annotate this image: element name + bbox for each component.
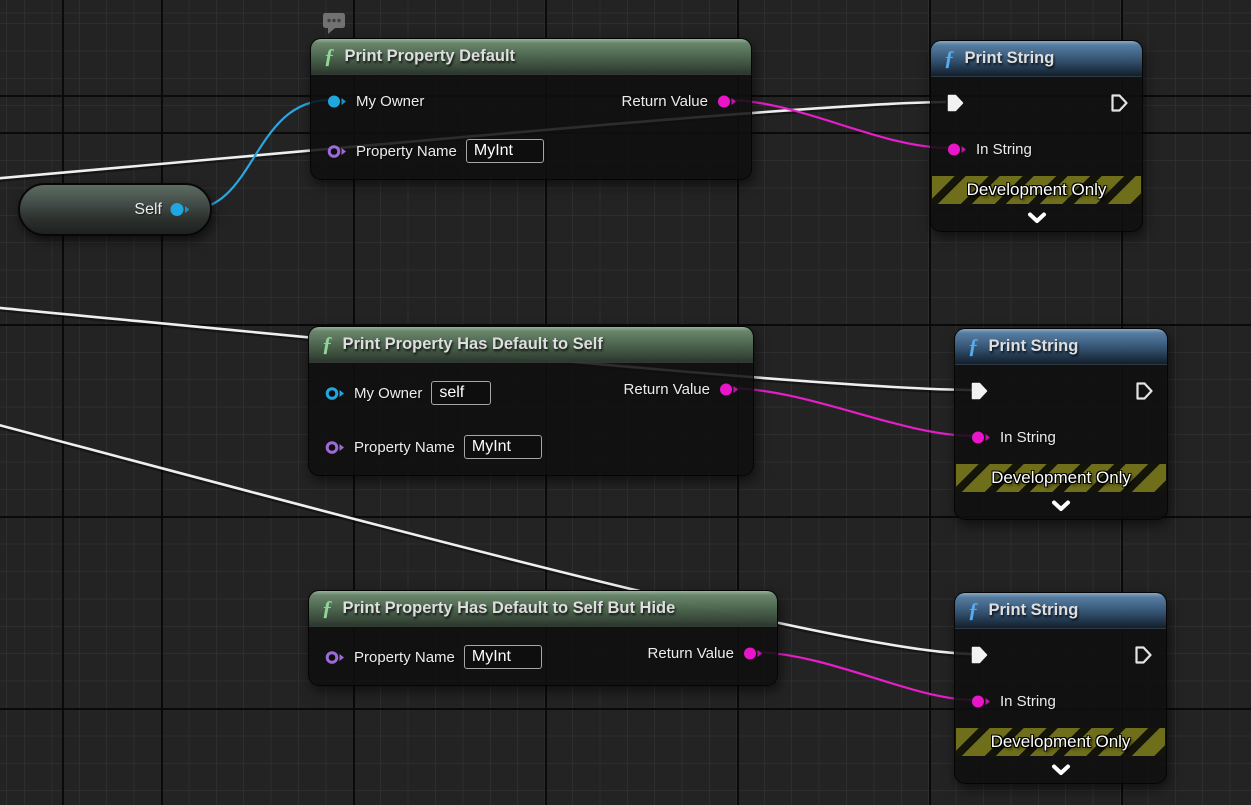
exec-out-row — [1136, 377, 1153, 405]
exec-in-row — [971, 377, 988, 405]
node-title: Print String — [965, 49, 1055, 68]
property-name-input[interactable] — [466, 139, 544, 163]
pin-label-my-owner: My Owner — [354, 385, 422, 402]
node-self[interactable]: Self — [18, 183, 212, 236]
self-label: Self — [134, 201, 162, 219]
exec-out-pin-icon[interactable] — [1136, 382, 1153, 400]
pin-label-in-string: In String — [1000, 429, 1056, 446]
node-print-string-2[interactable]: ƒ Print String In String Development Onl… — [954, 328, 1168, 520]
development-only-banner: Development Only — [956, 728, 1165, 756]
development-only-banner: Development Only — [956, 464, 1166, 492]
pin-row-property-name: Property Name — [327, 137, 544, 165]
node-print-property-has-default-to-self-but-hide[interactable]: ƒ Print Property Has Default to Self But… — [308, 590, 778, 686]
pin-row-property-name: Property Name — [325, 433, 542, 461]
function-icon: ƒ — [968, 336, 979, 357]
node-print-string-1[interactable]: ƒ Print String In String Development Onl… — [930, 40, 1143, 232]
exec-out-pin-icon[interactable] — [1135, 646, 1152, 664]
pin-row-return-value: Return Value — [622, 87, 737, 115]
string-pin-connected-icon[interactable] — [717, 94, 737, 109]
node-header[interactable]: ƒ Print String — [931, 41, 1142, 77]
pin-row-in-string: In String — [971, 687, 1056, 715]
function-icon: ƒ — [968, 600, 979, 621]
pin-row-in-string: In String — [947, 135, 1032, 163]
pin-label-property-name: Property Name — [354, 439, 455, 456]
pin-label-property-name: Property Name — [354, 649, 455, 666]
string-pin-connected-icon[interactable] — [719, 382, 739, 397]
node-title: Print String — [989, 601, 1079, 620]
development-only-banner: Development Only — [932, 176, 1141, 204]
pin-row-return-value: Return Value — [648, 639, 763, 667]
wildcard-pin-icon[interactable] — [327, 144, 347, 159]
pin-row-property-name: Property Name — [325, 643, 542, 671]
chevron-down-icon[interactable] — [1050, 500, 1072, 512]
exec-out-row — [1135, 641, 1152, 669]
exec-out-pin-icon[interactable] — [1111, 94, 1128, 112]
node-header[interactable]: ƒ Print Property Default — [311, 39, 751, 75]
banner-label: Development Only — [967, 180, 1107, 200]
function-icon: ƒ — [322, 598, 333, 619]
pin-row-in-string: In String — [971, 423, 1056, 451]
pin-label-return-value: Return Value — [622, 93, 708, 110]
string-pin-connected-icon[interactable] — [947, 142, 967, 157]
pin-label-in-string: In String — [976, 141, 1032, 158]
pin-row-my-owner: My Owner — [325, 379, 491, 407]
exec-in-row — [971, 641, 988, 669]
blueprint-canvas[interactable]: { "nodes": { "ppd": { "title": "Print Pr… — [0, 0, 1251, 805]
property-name-input[interactable] — [464, 645, 542, 669]
my-owner-input[interactable] — [431, 381, 491, 405]
chevron-down-icon[interactable] — [1026, 212, 1048, 224]
node-header[interactable]: ƒ Print String — [955, 329, 1167, 365]
node-title: Print Property Has Default to Self — [343, 335, 603, 354]
exec-out-row — [1111, 89, 1128, 117]
function-icon: ƒ — [322, 334, 333, 355]
node-print-string-3[interactable]: ƒ Print String In String Development Onl… — [954, 592, 1167, 784]
node-header[interactable]: ƒ Print Property Has Default to Self — [309, 327, 753, 363]
node-print-property-has-default-to-self[interactable]: ƒ Print Property Has Default to Self My … — [308, 326, 754, 476]
function-icon: ƒ — [324, 46, 335, 67]
banner-label: Development Only — [991, 732, 1131, 752]
property-name-input[interactable] — [464, 435, 542, 459]
node-title: Print Property Default — [345, 47, 516, 66]
wildcard-pin-icon[interactable] — [325, 440, 345, 455]
node-header[interactable]: ƒ Print Property Has Default to Self But… — [309, 591, 777, 627]
node-header[interactable]: ƒ Print String — [955, 593, 1166, 629]
object-pin-connected-icon[interactable] — [170, 202, 190, 217]
pin-label-my-owner: My Owner — [356, 93, 424, 110]
pin-row-return-value: Return Value — [624, 375, 739, 403]
function-icon: ƒ — [944, 48, 955, 69]
pin-label-return-value: Return Value — [624, 381, 710, 398]
node-title: Print String — [989, 337, 1079, 356]
exec-in-pin-icon[interactable] — [947, 94, 964, 112]
exec-in-pin-icon[interactable] — [971, 646, 988, 664]
exec-in-row — [947, 89, 964, 117]
exec-in-pin-icon[interactable] — [971, 382, 988, 400]
pin-label-property-name: Property Name — [356, 143, 457, 160]
string-pin-connected-icon[interactable] — [971, 430, 991, 445]
string-pin-connected-icon[interactable] — [971, 694, 991, 709]
banner-label: Development Only — [991, 468, 1131, 488]
wire-string-2[interactable] — [726, 388, 974, 436]
wildcard-pin-icon[interactable] — [325, 650, 345, 665]
wire-string-3[interactable] — [751, 652, 974, 700]
object-pin-icon[interactable] — [325, 386, 345, 401]
chevron-down-icon[interactable] — [1050, 764, 1072, 776]
comment-bubble-icon[interactable] — [322, 12, 348, 36]
pin-label-return-value: Return Value — [648, 645, 734, 662]
node-title: Print Property Has Default to Self But H… — [343, 599, 676, 618]
node-print-property-default[interactable]: ƒ Print Property Default My Owner Proper… — [310, 38, 752, 180]
object-pin-connected-icon[interactable] — [327, 94, 347, 109]
pin-row-my-owner: My Owner — [327, 87, 424, 115]
pin-label-in-string: In String — [1000, 693, 1056, 710]
string-pin-connected-icon[interactable] — [743, 646, 763, 661]
